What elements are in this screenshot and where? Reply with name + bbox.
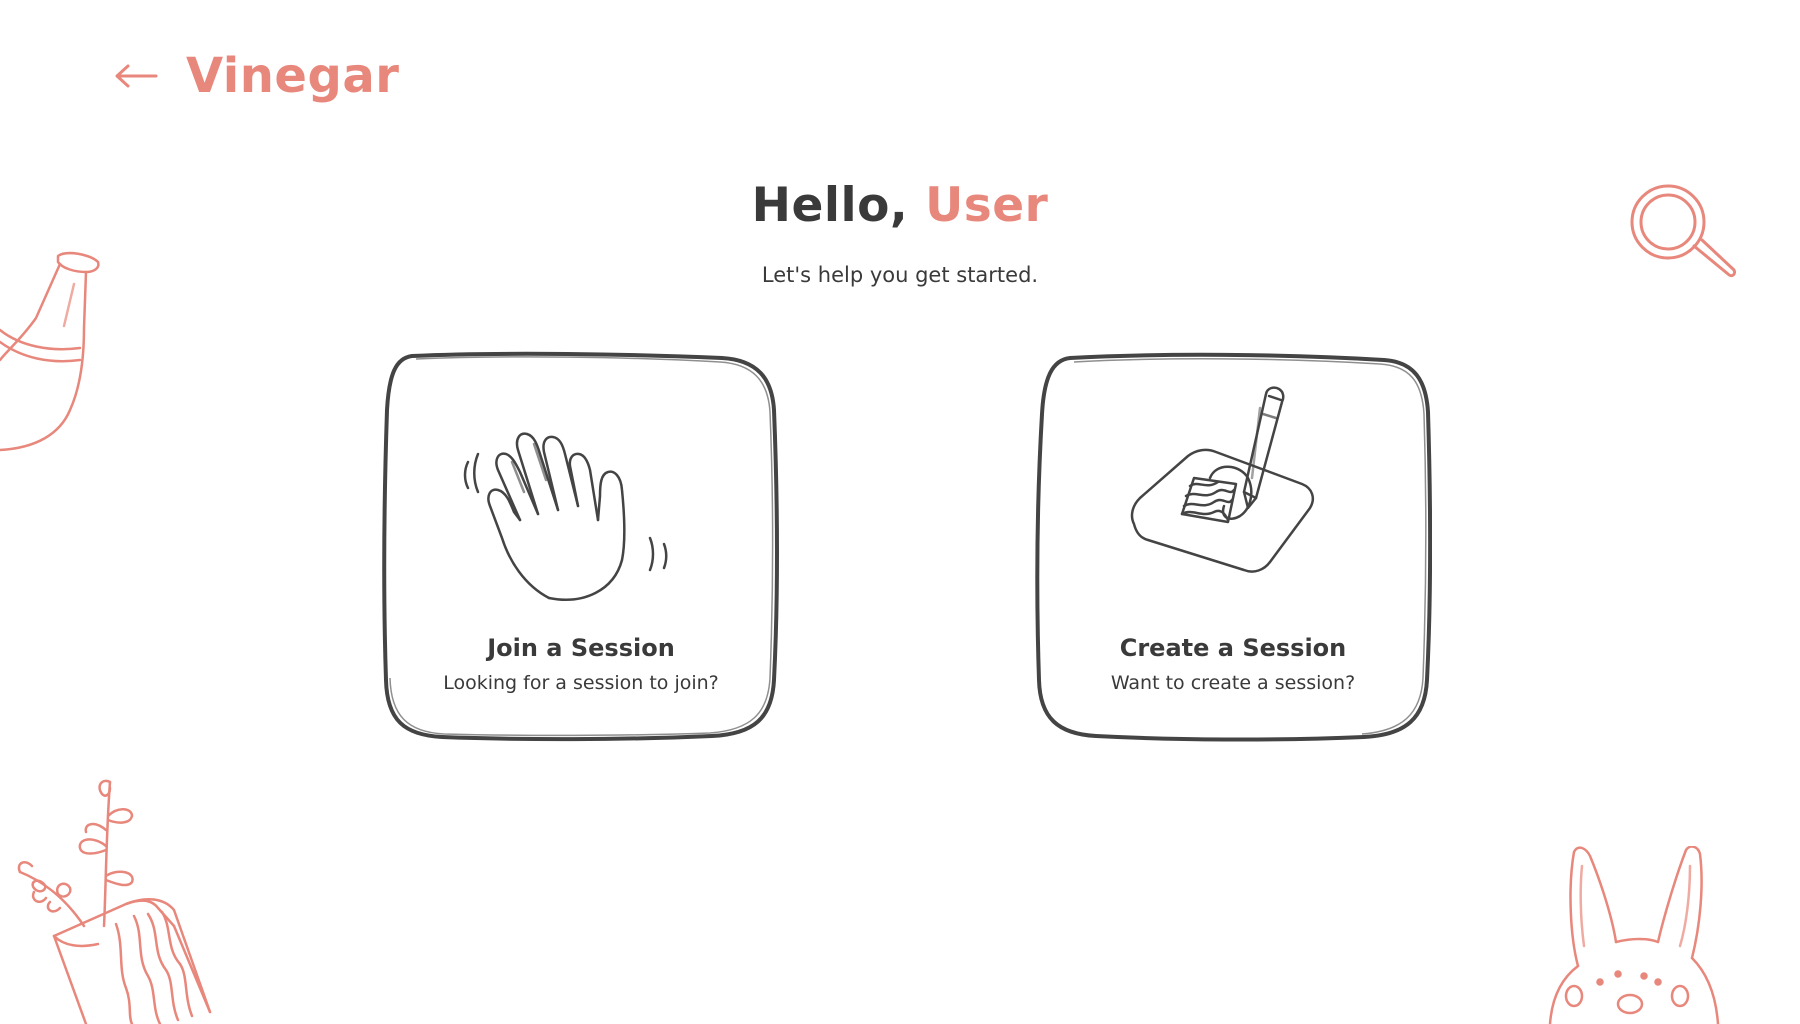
arrow-left-icon: [115, 64, 158, 88]
join-session-card[interactable]: Join a Session Looking for a session to …: [382, 350, 780, 742]
create-session-card[interactable]: Create a Session Want to create a sessio…: [1034, 350, 1432, 742]
page: Vinegar Hello, User Let's help you get s…: [0, 0, 1800, 1024]
greeting-user-name: User: [925, 178, 1049, 233]
vase-doodle: [0, 251, 100, 452]
bunny-doodle: [1548, 846, 1720, 1024]
greeting-prefix: Hello,: [751, 178, 926, 233]
greeting-heading: Hello, User: [0, 178, 1800, 233]
header: Vinegar: [112, 48, 399, 104]
card-title: Create a Session: [1119, 634, 1347, 662]
card-description: Want to create a session?: [1110, 672, 1356, 694]
subtitle: Let's help you get started.: [761, 263, 1039, 287]
magnifier-doodle: [1630, 184, 1736, 278]
card-description: Looking for a session to join?: [443, 672, 719, 694]
pencil-drawing-icon: [1130, 386, 1314, 573]
brand-title: Vinegar: [186, 48, 400, 104]
card-title: Join a Session: [487, 634, 675, 662]
waving-hand-icon: [463, 432, 668, 601]
back-button[interactable]: [112, 52, 160, 100]
plant-pot-doodle: [17, 779, 212, 1024]
